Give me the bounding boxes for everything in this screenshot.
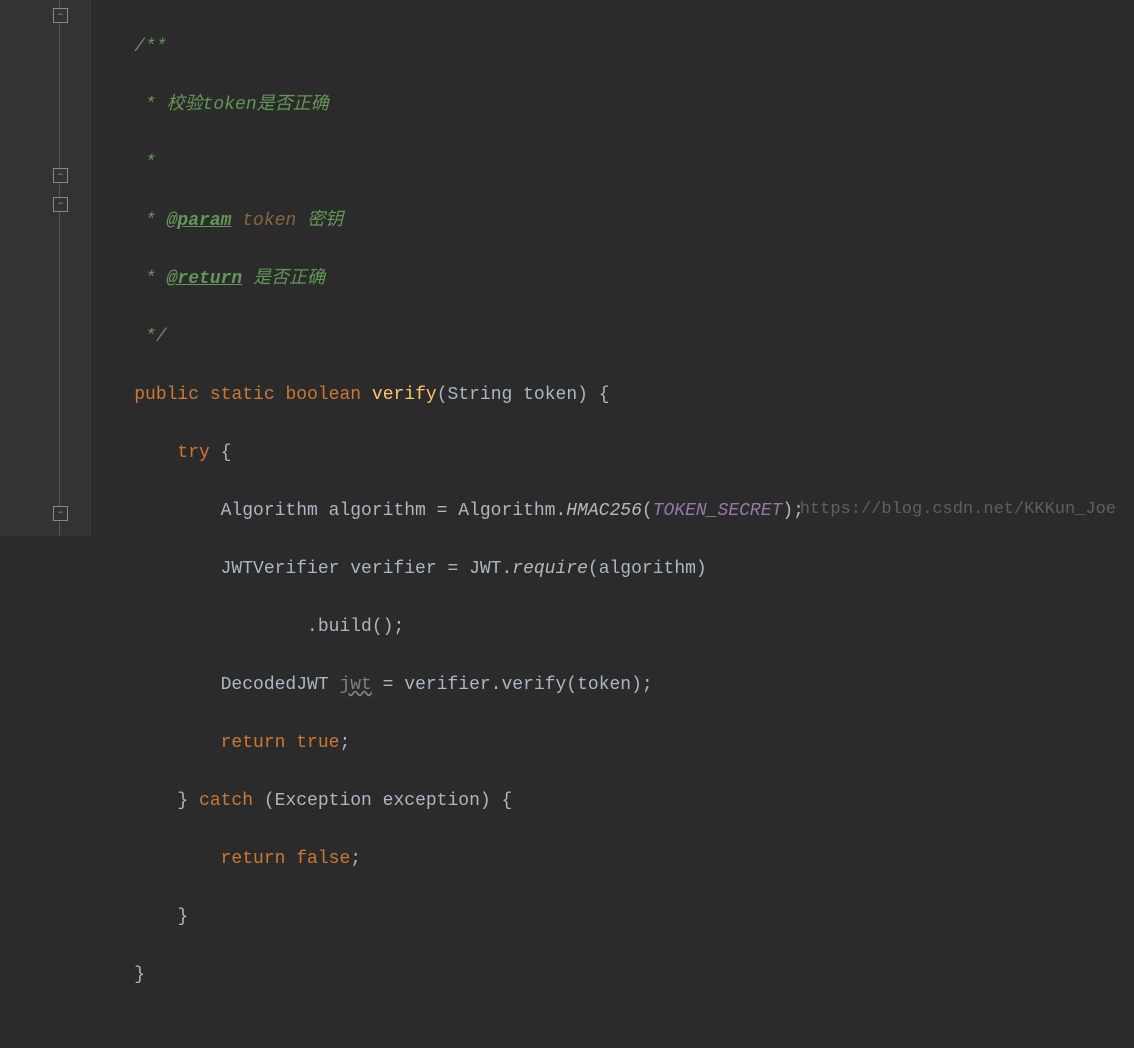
- args: (algorithm): [588, 559, 707, 579]
- brace: }: [177, 907, 188, 927]
- fold-line: [59, 0, 60, 536]
- javadoc-return: * @return 是否正确: [134, 269, 325, 289]
- paren: (: [642, 501, 653, 521]
- code-area[interactable]: /** * 校验token是否正确 * * @param token 密钥 * …: [91, 0, 804, 536]
- brace: }: [177, 791, 199, 811]
- fold-marker-icon[interactable]: −: [53, 168, 68, 183]
- kw-catch: catch: [199, 791, 264, 811]
- brace: {: [221, 443, 232, 463]
- param-tag: @param: [167, 211, 232, 231]
- semi: ;: [350, 849, 361, 869]
- code-text: .build();: [307, 617, 404, 637]
- kw-true: true: [296, 733, 339, 753]
- kw-false: false: [296, 849, 350, 869]
- catch-args: (Exception exception) {: [264, 791, 512, 811]
- code-text: = verifier.verify(token);: [372, 675, 653, 695]
- static-method: require: [512, 559, 588, 579]
- javadoc-close: */: [134, 327, 166, 347]
- param-name: token: [231, 211, 307, 231]
- method-signature: (String token) {: [437, 385, 610, 405]
- code-text: DecodedJWT: [221, 675, 340, 695]
- code-text: Algorithm algorithm = Algorithm.: [221, 501, 567, 521]
- javadoc-line: * 校验token是否正确: [134, 95, 328, 115]
- constant-field: TOKEN_SECRET: [653, 501, 783, 521]
- gutter: − − − −: [0, 0, 91, 536]
- code-text: JWTVerifier verifier = JWT.: [221, 559, 513, 579]
- fold-marker-icon[interactable]: −: [53, 506, 68, 521]
- javadoc-line: *: [134, 153, 156, 173]
- kw-return: return: [221, 733, 297, 753]
- watermark: https://blog.csdn.net/KKKun_Joe: [800, 495, 1116, 524]
- fold-marker-icon[interactable]: −: [53, 197, 68, 212]
- code-editor[interactable]: − − − − /** * 校验token是否正确 * * @param tok…: [0, 0, 1134, 536]
- kw-try: try: [177, 443, 220, 463]
- javadoc-open: /**: [134, 37, 166, 57]
- return-tag: @return: [167, 269, 243, 289]
- fold-marker-icon[interactable]: −: [53, 8, 68, 23]
- brace: }: [134, 965, 145, 985]
- semi: ;: [339, 733, 350, 753]
- javadoc-param: * @param token 密钥: [134, 211, 343, 231]
- unused-var: jwt: [339, 675, 371, 695]
- kw-public: public: [134, 385, 210, 405]
- kw-return: return: [221, 849, 297, 869]
- kw-boolean: boolean: [285, 385, 371, 405]
- static-method: HMAC256: [566, 501, 642, 521]
- method-name: verify: [372, 385, 437, 405]
- kw-static: static: [210, 385, 286, 405]
